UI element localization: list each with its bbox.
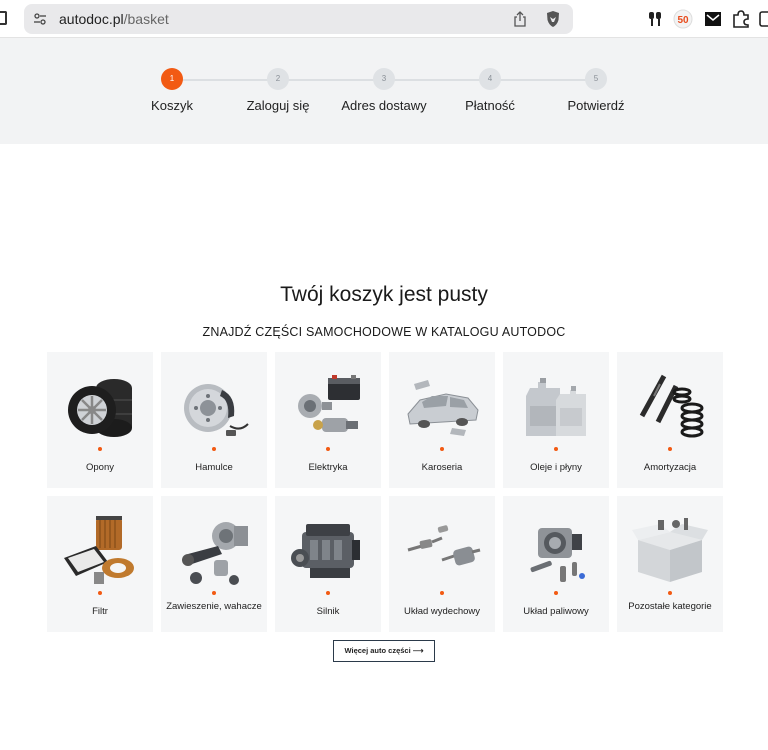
extension-badge-icon[interactable]: 50 (673, 9, 693, 29)
step-number: 1 (161, 68, 183, 90)
category-card-fuel[interactable]: Układ paliwowy (503, 496, 609, 632)
category-label: Elektryka (308, 462, 348, 473)
accent-dot (668, 591, 672, 595)
category-card-tires[interactable]: Opony (47, 352, 153, 488)
url-text[interactable]: autodoc.pl/basket (59, 11, 169, 27)
fuel-system-icon (530, 528, 585, 582)
box-icon (632, 518, 708, 582)
brave-shields-icon[interactable] (544, 10, 562, 28)
category-label: Zawieszenie, wahacze (166, 601, 262, 612)
category-label: Karoseria (421, 462, 463, 473)
puzzle-icon[interactable] (731, 9, 751, 29)
bookmark-icon[interactable] (0, 11, 7, 25)
category-label: Układ paliwowy (523, 606, 589, 617)
tires-icon (68, 379, 132, 437)
category-label: Amortyzacja (643, 462, 697, 473)
category-label: Hamulce (195, 462, 233, 473)
step-label: Płatność (465, 98, 515, 113)
step-number: 2 (267, 68, 289, 90)
category-label: Układ wydechowy (403, 606, 481, 617)
category-card-body[interactable]: Karoseria (389, 352, 495, 488)
accent-dot (212, 447, 216, 451)
step-address[interactable]: 3 Adres dostawy (324, 68, 444, 113)
step-label: Zaloguj się (246, 98, 310, 113)
category-card-other[interactable]: Pozostałe kategorie (617, 496, 723, 632)
accent-dot (212, 591, 216, 595)
step-number: 5 (585, 68, 607, 90)
accent-dot (98, 447, 102, 451)
step-label: Adres dostawy (341, 98, 427, 113)
address-bar[interactable]: autodoc.pl/basket (24, 4, 573, 34)
more-parts-button[interactable]: Więcej auto części ⟶ (333, 640, 435, 662)
category-label: Silnik (316, 606, 340, 617)
checkout-stepper: 1 Koszyk 2 Zaloguj się 3 Adres dostawy 4… (0, 38, 768, 144)
accent-dot (98, 591, 102, 595)
site-settings-icon[interactable] (33, 12, 47, 26)
category-card-suspension[interactable]: Zawieszenie, wahacze (161, 496, 267, 632)
category-card-filter[interactable]: Filtr (47, 496, 153, 632)
accent-dot (440, 591, 444, 595)
browser-toolbar: autodoc.pl/basket 50 (0, 0, 768, 38)
category-label: Filtr (92, 606, 108, 617)
oil-icon (526, 378, 586, 436)
accent-dot (326, 591, 330, 595)
category-card-electrics[interactable]: Elektryka (275, 352, 381, 488)
category-card-oil[interactable]: Oleje i płyny (503, 352, 609, 488)
step-payment[interactable]: 4 Płatność (430, 68, 550, 113)
category-label: Oleje i płyny (530, 462, 582, 473)
accent-dot (326, 447, 330, 451)
engine-icon (291, 524, 360, 578)
accent-dot (554, 591, 558, 595)
body-icon (407, 380, 479, 436)
electrics-icon (298, 375, 360, 432)
svg-text:50: 50 (677, 15, 689, 26)
category-label: Pozostałe kategorie (628, 601, 712, 612)
category-label: Opony (86, 462, 114, 473)
step-number: 4 (479, 68, 501, 90)
accent-dot (554, 447, 558, 451)
catalog-subtitle: ZNAJDŹ CZĘŚCI SAMOCHODOWE W KATALOGU AUT… (202, 325, 566, 339)
step-number: 3 (373, 68, 395, 90)
step-confirm[interactable]: 5 Potwierdź (536, 68, 656, 113)
category-card-engine[interactable]: Silnik (275, 496, 381, 632)
share-icon[interactable] (513, 11, 527, 27)
category-card-shocks[interactable]: Amortyzacja (617, 352, 723, 488)
step-label: Koszyk (151, 98, 193, 113)
category-card-brakes[interactable]: Hamulce (161, 352, 267, 488)
step-basket[interactable]: 1 Koszyk (112, 68, 232, 113)
category-card-exhaust[interactable]: Układ wydechowy (389, 496, 495, 632)
accent-dot (440, 447, 444, 451)
extension-icon[interactable] (646, 9, 666, 29)
mail-extension-icon[interactable] (703, 9, 723, 29)
step-label: Potwierdź (567, 98, 625, 113)
empty-basket-title: Twój koszyk jest pusty (280, 283, 488, 306)
sidebar-icon[interactable] (758, 9, 768, 29)
step-login[interactable]: 2 Zaloguj się (218, 68, 338, 113)
brakes-icon (184, 384, 249, 436)
shock-absorber-icon (639, 374, 704, 438)
suspension-icon (182, 522, 248, 585)
filter-icon (64, 516, 134, 584)
accent-dot (668, 447, 672, 451)
exhaust-icon (407, 525, 481, 566)
